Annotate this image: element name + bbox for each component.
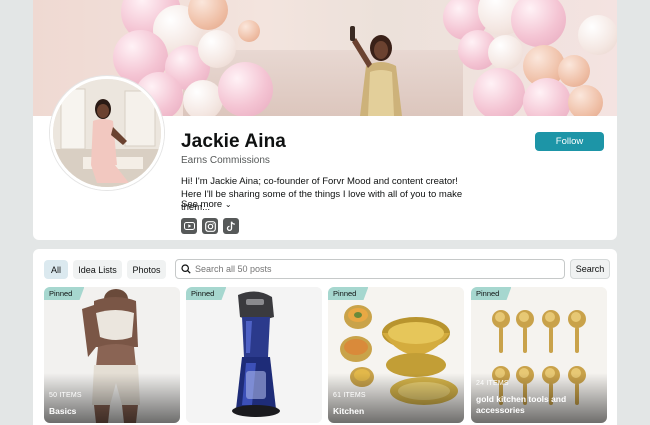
follow-button[interactable]: Follow (535, 132, 604, 151)
profile-name: Jackie Aina (181, 131, 286, 152)
youtube-icon[interactable] (181, 218, 197, 234)
idea-list-card[interactable]: Pinned 24 ITEMS gold kitchen tools and a… (471, 287, 607, 423)
list-title: Basics (49, 406, 77, 416)
cover-person (350, 26, 402, 116)
social-links (181, 218, 239, 234)
tab-idea-lists[interactable]: Idea Lists (73, 260, 122, 279)
profile-avatar (50, 76, 164, 190)
idea-list-card[interactable]: Pinned (186, 287, 322, 423)
item-count: 50 ITEMS (49, 392, 82, 399)
list-title: gold kitchen tools and accessories (476, 394, 567, 415)
pinned-badge: Pinned (186, 287, 227, 300)
see-more-label: See more (181, 199, 223, 210)
idea-list-card[interactable]: Pinned 50 ITEMS Basics (44, 287, 180, 423)
balloon (568, 85, 603, 116)
tab-all[interactable]: All (44, 260, 68, 279)
item-count: 61 ITEMS (333, 392, 366, 399)
chevron-down-icon: ⌄ (224, 200, 232, 209)
list-cover-image (186, 287, 322, 423)
pinned-badge: Pinned (44, 287, 85, 300)
balloon (238, 20, 260, 42)
instagram-icon[interactable] (202, 218, 218, 234)
item-count: 24 ITEMS (476, 380, 509, 387)
balloon (198, 30, 236, 68)
see-more-link[interactable]: See more ⌄ (181, 199, 232, 210)
balloon (578, 15, 617, 55)
tiktok-icon[interactable] (223, 218, 239, 234)
balloon (558, 55, 590, 87)
balloon (488, 35, 523, 70)
search-input[interactable] (195, 264, 555, 274)
balloon (511, 0, 566, 47)
balloon (473, 68, 525, 116)
list-title: Kitchen (333, 406, 365, 416)
balloon (183, 80, 223, 116)
profile-subtitle: Earns Commissions (181, 155, 270, 166)
pinned-badge: Pinned (471, 287, 512, 300)
pinned-badge: Pinned (328, 287, 369, 300)
search-icon (181, 264, 191, 274)
search-box (175, 259, 565, 279)
tab-photos[interactable]: Photos (127, 260, 166, 279)
balloon (218, 62, 273, 116)
idea-list-card[interactable]: Pinned 61 ITEMS Kitchen (328, 287, 464, 423)
search-button[interactable]: Search (570, 259, 610, 279)
